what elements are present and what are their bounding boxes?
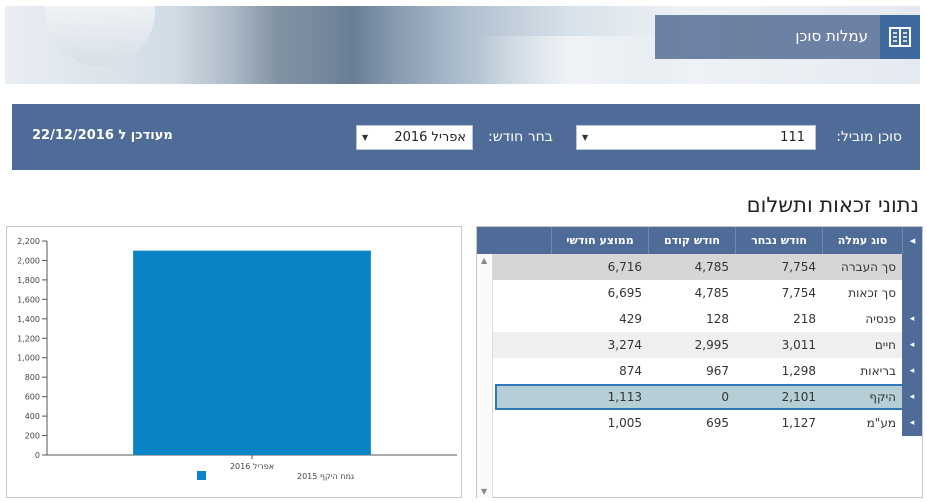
col-header-monthly-average[interactable]: ממוצע חודשי: [551, 227, 648, 254]
page-title: עמלות סוכן: [795, 27, 868, 45]
expand-row-icon[interactable]: ◂: [902, 332, 922, 358]
cell-previous-month: 0: [721, 390, 729, 404]
cell-monthly-average: 429: [619, 312, 642, 326]
cell-type: היקף: [869, 390, 896, 404]
y-tick-label: 200: [25, 432, 40, 441]
filter-bar: סוכן מוביל: 111 ▼ בחר חודש: אפריל 2016 ▼…: [12, 104, 920, 170]
table-row[interactable]: ◂ חיים 3,011 2,995 3,274: [493, 332, 922, 358]
updated-date: מעודכן ל 22/12/2016: [32, 128, 173, 143]
y-tick-label: 0: [35, 451, 40, 460]
row-marker: ◂: [902, 254, 922, 280]
legend-swatch: [197, 471, 206, 480]
cell-monthly-average: 6,695: [607, 286, 642, 300]
y-tick-label: 1,200: [17, 334, 40, 343]
agent-select-value: 111: [780, 130, 805, 145]
cell-monthly-average: 3,274: [607, 338, 642, 352]
banner-photo-cup: [45, 6, 155, 66]
row-marker: ◂: [902, 280, 922, 306]
table-row[interactable]: ◂ בריאות 1,298 967 874: [493, 358, 922, 384]
col-header-type[interactable]: סוג עמלה: [822, 227, 902, 254]
y-tick-label: 1,000: [17, 354, 40, 363]
table-row[interactable]: ◂ מע"מ 1,127 695 1,005: [493, 410, 922, 436]
chart-bar: [133, 250, 371, 455]
page-title-box: עמלות סוכן: [655, 15, 880, 59]
banner-photo-highlight: [475, 36, 675, 84]
col-header-blank: [477, 227, 551, 254]
cell-monthly-average: 1,005: [607, 416, 642, 430]
expand-row-icon[interactable]: ◂: [902, 410, 922, 436]
cell-monthly-average: 6,716: [607, 260, 642, 274]
month-select-value: אפריל 2016: [394, 130, 466, 145]
scroll-up-icon[interactable]: ▲: [481, 256, 487, 265]
cell-type: סך זכאות: [848, 286, 896, 300]
table-row[interactable]: ◂סך העברה לבנק 7,754 4,785 6,716: [493, 254, 922, 300]
col-header-selected-month[interactable]: חודש נבחר: [735, 227, 822, 254]
y-tick-label: 2,200: [17, 237, 40, 246]
agent-select[interactable]: 111 ▼: [576, 125, 816, 150]
cell-previous-month: 4,785: [694, 260, 729, 274]
banner-photo-shade: [175, 6, 385, 84]
table-row[interactable]: ◂ סך זכאות 7,754 4,785 6,695: [493, 280, 922, 306]
cell-type: מע"מ: [866, 416, 896, 430]
cell-previous-month: 2,995: [694, 338, 729, 352]
chevron-down-icon: ▼: [582, 133, 589, 142]
chevron-down-icon: ▼: [362, 133, 369, 142]
header-banner: עמלות סוכן: [5, 6, 920, 84]
month-select[interactable]: אפריל 2016 ▼: [356, 125, 473, 150]
y-tick-label: 400: [25, 412, 40, 421]
cell-previous-month: 128: [706, 312, 729, 326]
table-row[interactable]: ◂ פנסיה 218 128 429: [493, 306, 922, 332]
col-header-previous-month[interactable]: חודש קודם: [648, 227, 735, 254]
cell-previous-month: 4,785: [694, 286, 729, 300]
cell-selected-month: 1,298: [781, 364, 816, 378]
month-label: בחר חודש:: [488, 129, 553, 145]
y-tick-label: 600: [25, 393, 40, 402]
expand-row-icon[interactable]: ◂: [902, 358, 922, 384]
bar-chart: 0 200 400 600 800 1,000 1,200 1,400 1,600 1,800 2,…: [17, 237, 457, 481]
scroll-down-icon[interactable]: ▼: [481, 487, 487, 496]
cell-type: פנסיה: [865, 312, 896, 326]
y-tick-label: 1,600: [17, 295, 40, 304]
cell-selected-month: 218: [793, 312, 816, 326]
legend-label: גמח היקף 2015: [297, 472, 355, 481]
expand-row-icon[interactable]: ◂: [902, 384, 922, 410]
book-icon: [880, 15, 920, 59]
y-tick-label: 800: [25, 373, 40, 382]
cell-type: בריאות: [860, 364, 896, 378]
expand-row-icon[interactable]: ◂: [902, 306, 922, 332]
chart-panel: 0 200 400 600 800 1,000 1,200 1,400 1,600 1,800 2,…: [6, 226, 462, 498]
cell-selected-month: 3,011: [781, 338, 816, 352]
table-scrollbar[interactable]: ▲ ▼: [477, 254, 493, 498]
table-row[interactable]: ◂ היקף 2,101 0 1,113: [495, 384, 922, 410]
y-tick-label: 1,400: [17, 315, 40, 324]
agent-label: סוכן מוביל:: [836, 129, 902, 145]
cell-monthly-average: 1,113: [607, 390, 642, 404]
cell-selected-month: 2,101: [781, 390, 816, 404]
cell-monthly-average: 874: [619, 364, 642, 378]
cell-previous-month: 967: [706, 364, 729, 378]
cell-type: חיים: [874, 338, 896, 352]
cell-previous-month: 695: [706, 416, 729, 430]
table-header: ◂ סוג עמלה חודש נבחר חודש קודם ממוצע חוד…: [477, 227, 922, 254]
expand-all-header[interactable]: ◂: [902, 227, 922, 254]
cell-type: סך העברה לבנק: [841, 260, 896, 300]
section-title: נתוני זכאות ותשלום: [746, 193, 919, 217]
cell-selected-month: 1,127: [781, 416, 816, 430]
cell-selected-month: 7,754: [781, 286, 816, 300]
commission-table: ◂ סוג עמלה חודש נבחר חודש קודם ממוצע חוד…: [476, 226, 923, 498]
cell-selected-month: 7,754: [781, 260, 816, 274]
x-tick-label: אפריל 2016: [230, 462, 274, 471]
y-tick-label: 2,000: [17, 256, 40, 265]
y-tick-label: 1,800: [17, 276, 40, 285]
